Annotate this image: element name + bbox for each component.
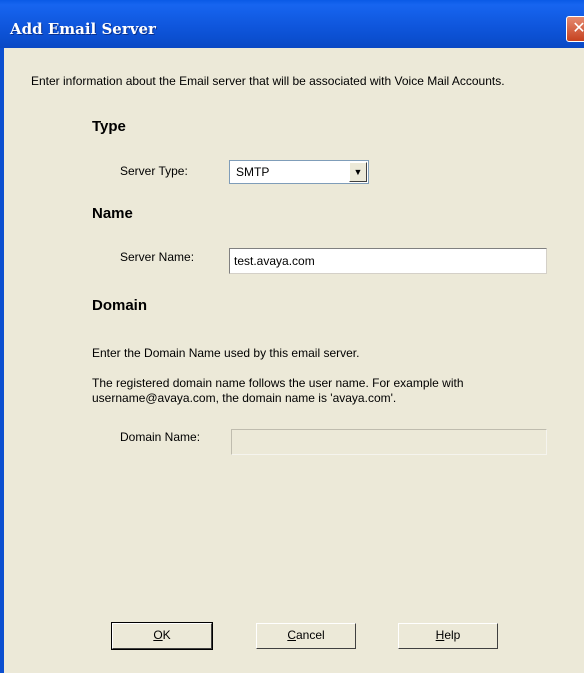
intro-text: Enter information about the Email server… [31,74,505,88]
server-type-select[interactable]: SMTP ▼ [229,160,369,184]
ok-button[interactable]: OK [111,622,213,650]
help-button[interactable]: Help [398,623,498,649]
server-name-input[interactable]: test.avaya.com [229,248,547,274]
domain-name-input[interactable] [231,429,547,455]
window-frame [0,48,4,673]
chevron-down-icon[interactable]: ▼ [349,162,367,182]
server-type-label: Server Type: [120,164,188,178]
title-bar: Add Email Server ✕ [0,0,584,48]
domain-name-label: Domain Name: [120,430,201,444]
domain-description: Enter the Domain Name used by this email… [92,346,360,360]
close-icon[interactable]: ✕ [566,16,584,42]
domain-heading: Domain [92,297,148,314]
window-title: Add Email Server [10,20,156,38]
name-heading: Name [92,205,133,222]
type-heading: Type [92,118,126,135]
cancel-label: ancel [295,628,325,642]
domain-example-text: The registered domain name follows the u… [92,376,464,405]
server-type-value: SMTP [236,165,270,179]
ok-label: K [162,628,171,642]
cancel-mnemonic: C [287,628,296,642]
ok-mnemonic: O [153,628,163,642]
help-label: elp [444,628,461,642]
cancel-button[interactable]: Cancel [256,623,356,649]
server-name-label: Server Name: [120,250,195,264]
